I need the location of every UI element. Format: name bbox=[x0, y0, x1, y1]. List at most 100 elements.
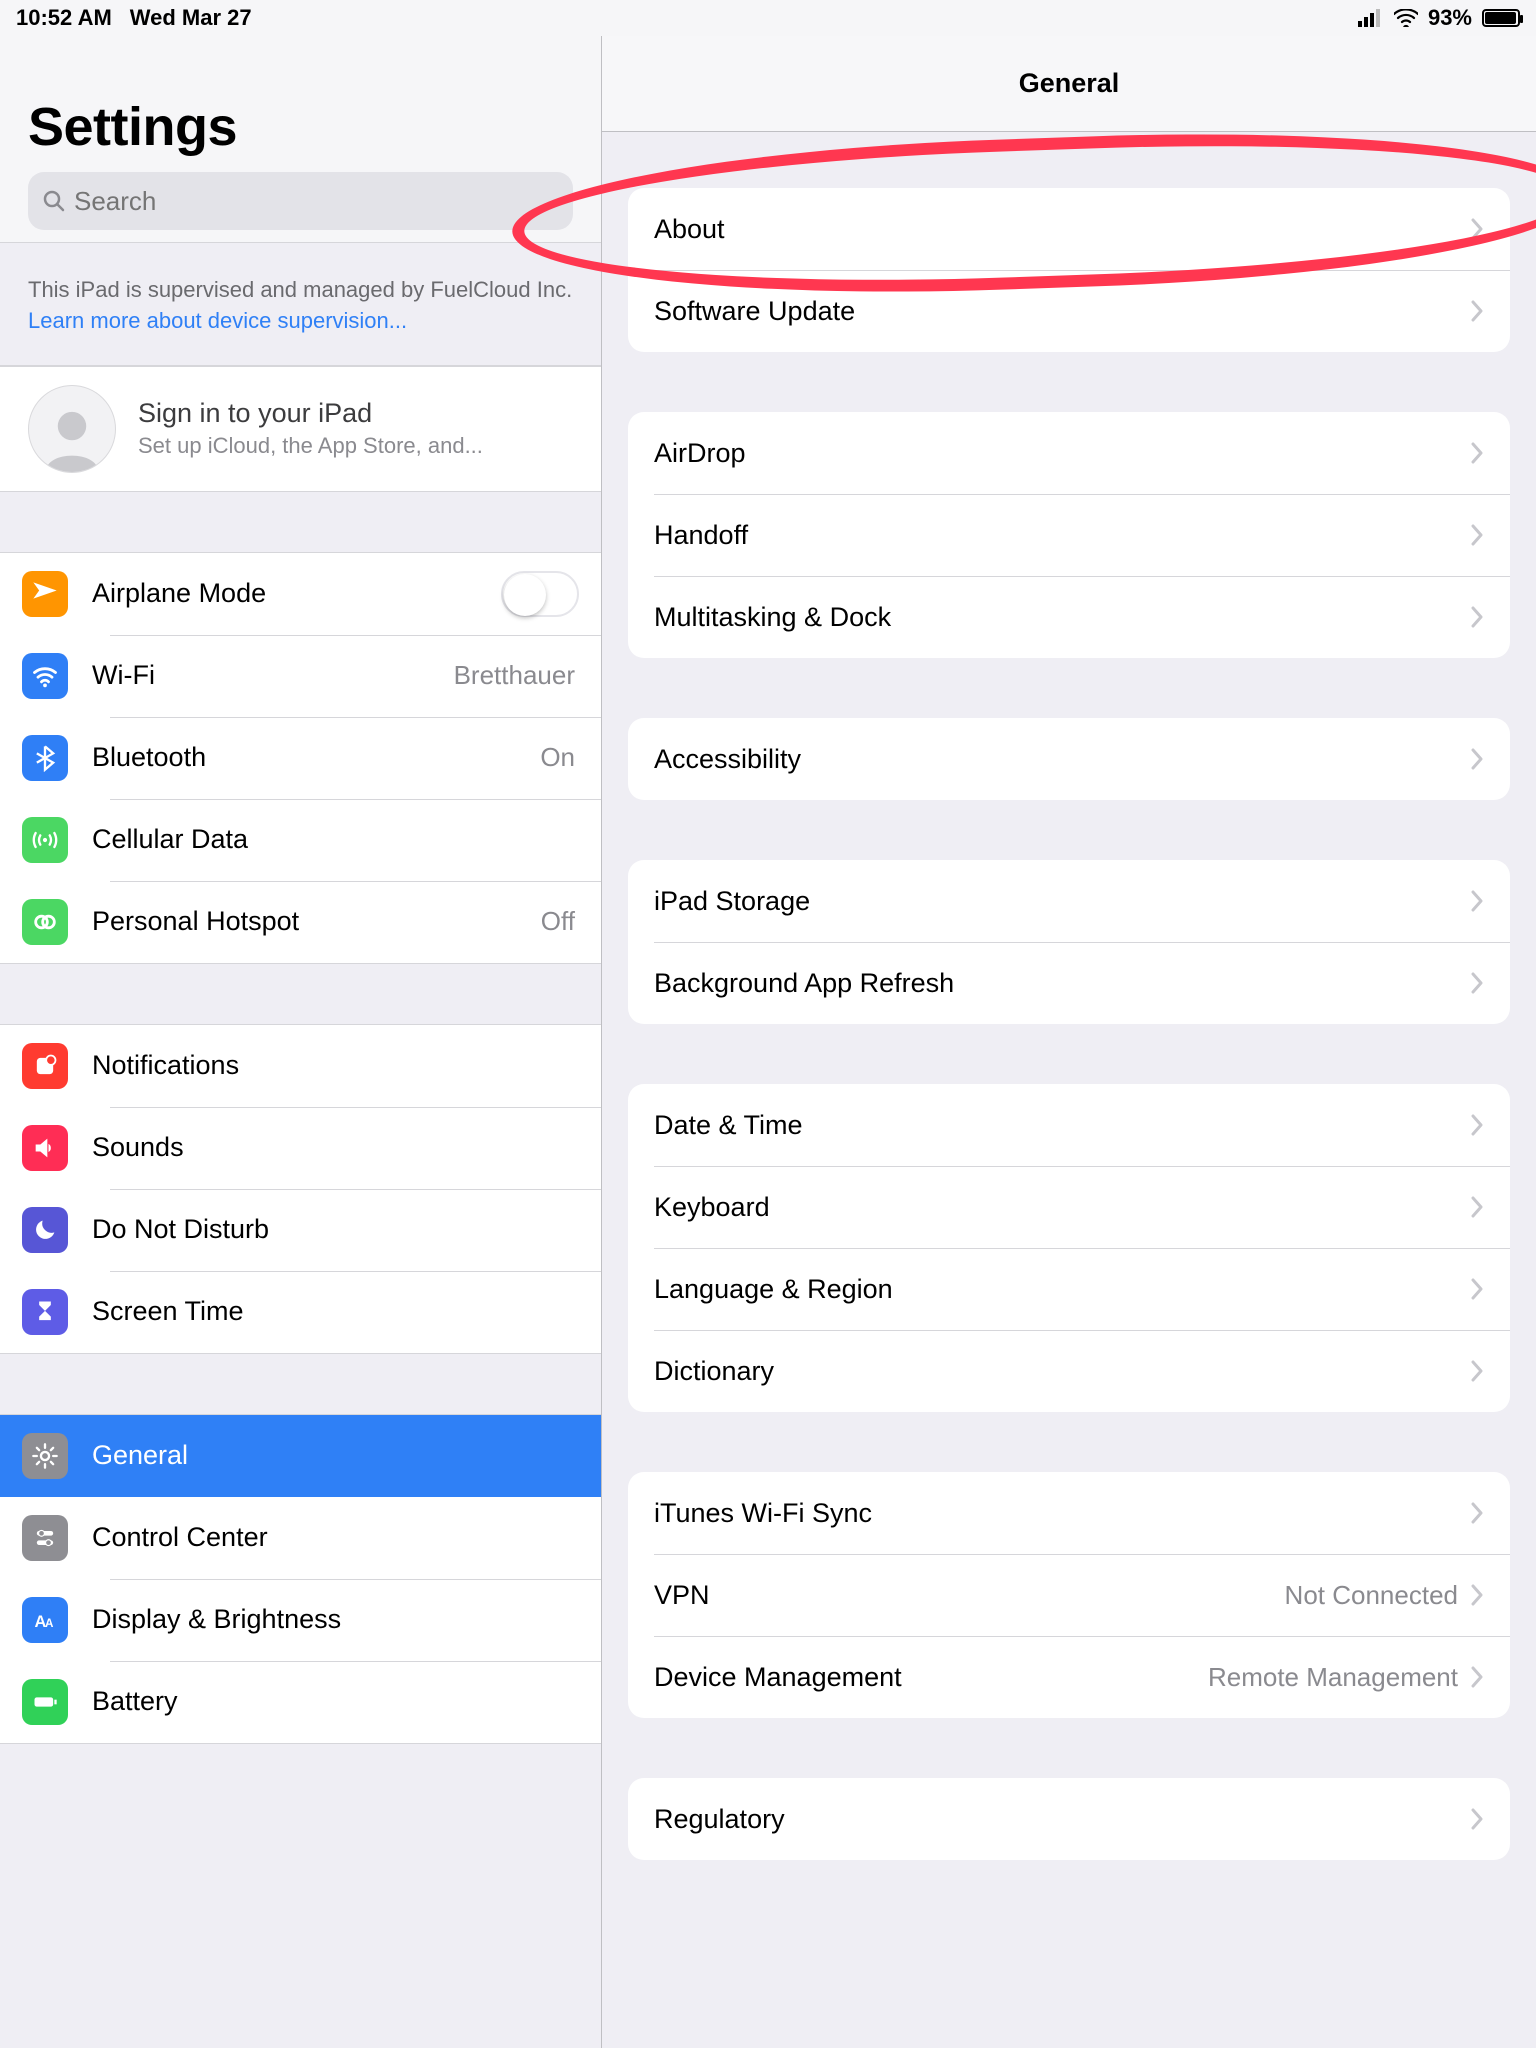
detail-label: AirDrop bbox=[654, 438, 1470, 469]
moon-icon bbox=[22, 1207, 68, 1253]
search-icon bbox=[42, 189, 66, 213]
detail-group: iTunes Wi-Fi SyncVPNNot ConnectedDevice … bbox=[628, 1472, 1510, 1718]
detail-pane: General About Software Update AirDrop Hando… bbox=[602, 36, 1536, 2048]
sidebar-item-display[interactable]: AA Display & Brightness bbox=[0, 1579, 601, 1661]
detail-row-language-region[interactable]: Language & Region bbox=[628, 1248, 1510, 1330]
detail-row-accessibility[interactable]: Accessibility bbox=[628, 718, 1510, 800]
search-input[interactable] bbox=[74, 186, 559, 217]
wifi-icon bbox=[22, 653, 68, 699]
sidebar-item-general[interactable]: General bbox=[0, 1415, 601, 1497]
system-group: General Control Center AA Display & Brig… bbox=[0, 1414, 601, 1744]
detail-group: About Software Update bbox=[628, 188, 1510, 352]
detail-label: Handoff bbox=[654, 520, 1470, 551]
detail-title: General bbox=[602, 36, 1536, 132]
chevron-right-icon bbox=[1470, 442, 1484, 464]
sidebar-item-control-center[interactable]: Control Center bbox=[0, 1497, 601, 1579]
chevron-right-icon bbox=[1470, 1360, 1484, 1382]
account-subtitle: Set up iCloud, the App Store, and... bbox=[138, 433, 483, 459]
chevron-right-icon bbox=[1470, 524, 1484, 546]
sidebar-item-sounds[interactable]: Sounds bbox=[0, 1107, 601, 1189]
detail-label: Date & Time bbox=[654, 1110, 1470, 1141]
chevron-right-icon bbox=[1470, 606, 1484, 628]
detail-row-handoff[interactable]: Handoff bbox=[628, 494, 1510, 576]
chevron-right-icon bbox=[1470, 1114, 1484, 1136]
detail-row-keyboard[interactable]: Keyboard bbox=[628, 1166, 1510, 1248]
wifi-icon bbox=[1394, 9, 1418, 27]
sidebar-item-cellular[interactable]: Cellular Data bbox=[0, 799, 601, 881]
sliders-icon bbox=[22, 1515, 68, 1561]
battery-icon bbox=[1482, 9, 1520, 27]
text-size-icon: AA bbox=[22, 1597, 68, 1643]
chevron-right-icon bbox=[1470, 1808, 1484, 1830]
detail-value: Remote Management bbox=[1208, 1662, 1458, 1693]
detail-row-multitasking-dock[interactable]: Multitasking & Dock bbox=[628, 576, 1510, 658]
detail-label: Dictionary bbox=[654, 1356, 1470, 1387]
sidebar-item-airplane[interactable]: Airplane Mode bbox=[0, 553, 601, 635]
sidebar-item-screentime[interactable]: Screen Time bbox=[0, 1271, 601, 1353]
gear-icon bbox=[22, 1433, 68, 1479]
hourglass-icon bbox=[22, 1289, 68, 1335]
detail-row-itunes-wi-fi-sync[interactable]: iTunes Wi-Fi Sync bbox=[628, 1472, 1510, 1554]
sidebar-item-battery[interactable]: Battery bbox=[0, 1661, 601, 1743]
learn-more-link[interactable]: Learn more about device supervision... bbox=[28, 308, 407, 333]
detail-label: Accessibility bbox=[654, 744, 1470, 775]
sidebar-item-notifications[interactable]: Notifications bbox=[0, 1025, 601, 1107]
connectivity-group: Airplane Mode Wi-Fi Bretthauer Bluetooth… bbox=[0, 552, 601, 964]
detail-row-software-update[interactable]: Software Update bbox=[628, 270, 1510, 352]
cellular-icon bbox=[22, 817, 68, 863]
bluetooth-value: On bbox=[540, 742, 579, 773]
chevron-right-icon bbox=[1470, 300, 1484, 322]
detail-label: iPad Storage bbox=[654, 886, 1470, 917]
cellular-signal-icon bbox=[1358, 9, 1384, 27]
detail-label: VPN bbox=[654, 1580, 1285, 1611]
detail-row-about[interactable]: About bbox=[628, 188, 1510, 270]
status-bar: 10:52 AM Wed Mar 27 93% bbox=[0, 0, 1536, 36]
airplane-icon bbox=[22, 571, 68, 617]
detail-label: Background App Refresh bbox=[654, 968, 1470, 999]
sidebar-item-hotspot[interactable]: Personal Hotspot Off bbox=[0, 881, 601, 963]
supervision-notice: This iPad is supervised and managed by F… bbox=[0, 242, 601, 366]
detail-row-background-app-refresh[interactable]: Background App Refresh bbox=[628, 942, 1510, 1024]
sidebar-item-dnd[interactable]: Do Not Disturb bbox=[0, 1189, 601, 1271]
sidebar-item-wifi[interactable]: Wi-Fi Bretthauer bbox=[0, 635, 601, 717]
chevron-right-icon bbox=[1470, 748, 1484, 770]
detail-label: Keyboard bbox=[654, 1192, 1470, 1223]
detail-label: Device Management bbox=[654, 1662, 1208, 1693]
sidebar-item-bluetooth[interactable]: Bluetooth On bbox=[0, 717, 601, 799]
detail-row-airdrop[interactable]: AirDrop bbox=[628, 412, 1510, 494]
svg-text:A: A bbox=[45, 1617, 54, 1630]
chevron-right-icon bbox=[1470, 890, 1484, 912]
detail-row-device-management[interactable]: Device ManagementRemote Management bbox=[628, 1636, 1510, 1718]
detail-row-dictionary[interactable]: Dictionary bbox=[628, 1330, 1510, 1412]
chevron-right-icon bbox=[1470, 1278, 1484, 1300]
status-time: 10:52 AM bbox=[16, 5, 112, 31]
detail-group: Accessibility bbox=[628, 718, 1510, 800]
detail-row-date-time[interactable]: Date & Time bbox=[628, 1084, 1510, 1166]
detail-row-ipad-storage[interactable]: iPad Storage bbox=[628, 860, 1510, 942]
chevron-right-icon bbox=[1470, 972, 1484, 994]
airplane-toggle[interactable] bbox=[501, 571, 579, 617]
detail-group: AirDrop Handoff Multitasking & Dock bbox=[628, 412, 1510, 658]
search-field[interactable] bbox=[28, 172, 573, 230]
sounds-icon bbox=[22, 1125, 68, 1171]
page-title: Settings bbox=[28, 96, 573, 158]
chevron-right-icon bbox=[1470, 1196, 1484, 1218]
chevron-right-icon bbox=[1470, 1666, 1484, 1688]
detail-label: iTunes Wi-Fi Sync bbox=[654, 1498, 1470, 1529]
detail-label: Software Update bbox=[654, 296, 1470, 327]
detail-group: Regulatory bbox=[628, 1778, 1510, 1860]
detail-group: Date & Time Keyboard Language & Region Dict… bbox=[628, 1084, 1510, 1412]
settings-sidebar: Settings This iPad is supervised and man… bbox=[0, 36, 602, 2048]
detail-label: About bbox=[654, 214, 1470, 245]
account-title: Sign in to your iPad bbox=[138, 398, 483, 429]
detail-row-regulatory[interactable]: Regulatory bbox=[628, 1778, 1510, 1860]
avatar-icon bbox=[28, 385, 116, 473]
detail-row-vpn[interactable]: VPNNot Connected bbox=[628, 1554, 1510, 1636]
hotspot-icon bbox=[22, 899, 68, 945]
sign-in-row[interactable]: Sign in to your iPad Set up iCloud, the … bbox=[0, 366, 601, 492]
detail-label: Regulatory bbox=[654, 1804, 1470, 1835]
bluetooth-icon bbox=[22, 735, 68, 781]
detail-value: Not Connected bbox=[1285, 1580, 1458, 1611]
chevron-right-icon bbox=[1470, 1502, 1484, 1524]
notifications-icon bbox=[22, 1043, 68, 1089]
